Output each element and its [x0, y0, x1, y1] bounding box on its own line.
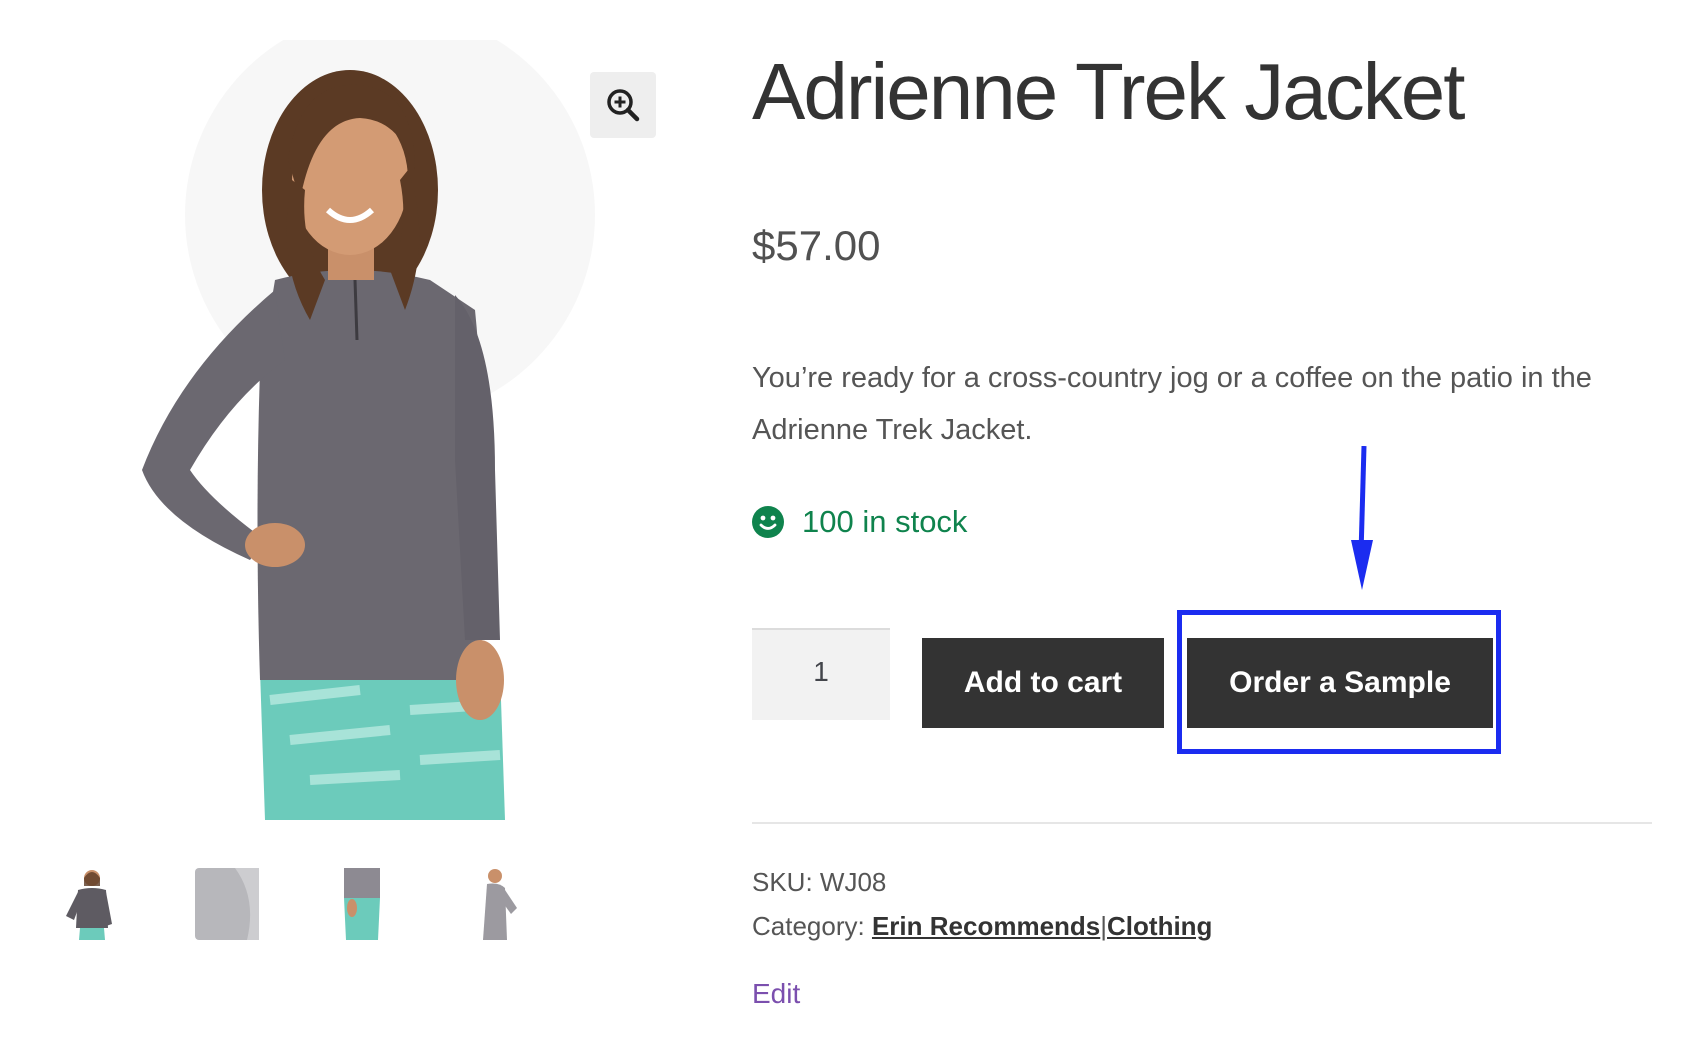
stock-status: 100 in stock: [752, 504, 967, 540]
smiley-icon: [752, 506, 784, 538]
thumbnail-strip: [60, 868, 560, 940]
product-title: Adrienne Trek Jacket: [752, 47, 1465, 136]
zoom-button[interactable]: [590, 72, 656, 138]
category-link-clothing[interactable]: Clothing: [1107, 911, 1212, 941]
add-to-cart-button[interactable]: Add to cart: [922, 638, 1164, 728]
sku-line: SKU: WJ08: [752, 860, 1212, 904]
order-sample-button[interactable]: Order a Sample: [1187, 638, 1493, 728]
annotation-arrow-icon: [1351, 446, 1373, 590]
add-to-cart-form: Add to cart Order a Sample: [752, 610, 1652, 754]
side-thumbnail-image: [344, 868, 380, 940]
profile-thumbnail-image: [483, 869, 517, 940]
product-main-image[interactable]: [60, 40, 670, 820]
back-thumbnail-image: [195, 868, 259, 940]
divider: [752, 822, 1652, 824]
model-photo: [142, 40, 595, 820]
category-label: Category:: [752, 911, 865, 941]
product-meta: SKU: WJ08 Category: Erin Recommends|Clot…: [752, 860, 1212, 948]
sku-label: SKU:: [752, 867, 813, 897]
product-summary: Adrienne Trek Jacket $57.00 You’re ready…: [752, 0, 1662, 1044]
edit-link[interactable]: Edit: [752, 978, 800, 1010]
product-price: $57.00: [752, 222, 881, 269]
thumbnail-side[interactable]: [330, 868, 394, 940]
magnifier-plus-icon: [607, 89, 640, 122]
category-line: Category: Erin Recommends|Clothing: [752, 904, 1212, 948]
sku-value: WJ08: [819, 867, 887, 897]
stock-text: 100 in stock: [802, 504, 968, 539]
thumbnail-back[interactable]: [195, 868, 259, 940]
thumbnail-profile[interactable]: [465, 868, 529, 940]
front-thumbnail-image: [66, 870, 112, 940]
product-gallery: [0, 0, 700, 1044]
category-link-erin-recommends[interactable]: Erin Recommends: [872, 911, 1100, 941]
product-description: You’re ready for a cross-country jog or …: [752, 362, 1592, 446]
thumbnail-front[interactable]: [60, 868, 124, 940]
quantity-input[interactable]: [752, 628, 890, 720]
